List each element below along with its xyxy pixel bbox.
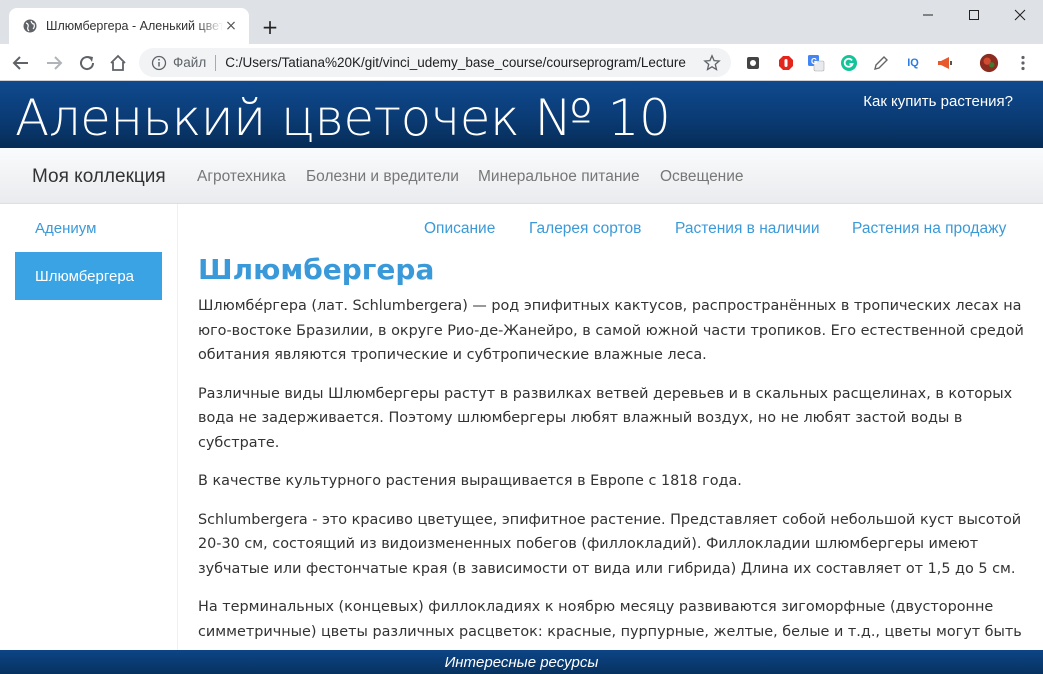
- page-title: Шлюмбергера: [198, 253, 435, 286]
- extension-shield-icon[interactable]: [743, 53, 763, 73]
- nav-link-diseases[interactable]: Болезни и вредители: [306, 168, 459, 186]
- paragraph: В качестве культурного растения выращива…: [198, 473, 742, 489]
- tab-title: Шлюмбергера - Аленький цветочек № 10: [46, 19, 223, 33]
- iq-icon[interactable]: IQ: [903, 53, 923, 73]
- buy-plants-link[interactable]: Как купить растения?: [863, 93, 1013, 110]
- divider: [215, 54, 217, 71]
- close-icon[interactable]: ×: [223, 18, 239, 34]
- pen-icon[interactable]: [871, 53, 891, 73]
- window-close-icon[interactable]: [997, 0, 1043, 30]
- scheme-label: Файл: [173, 55, 207, 70]
- nav-link-nutrition[interactable]: Минеральное питание: [478, 168, 640, 186]
- home-icon[interactable]: [106, 51, 130, 75]
- sidebar-item-adenium[interactable]: Адениум: [15, 204, 162, 252]
- translate-icon[interactable]: G: [806, 53, 826, 73]
- nav-brand[interactable]: Моя коллекция: [32, 166, 166, 188]
- megaphone-icon[interactable]: [935, 53, 955, 73]
- paragraph: Шлюмбе́ргера (лат. Schlumbergera) — род …: [198, 298, 1024, 363]
- back-icon[interactable]: [9, 51, 33, 75]
- paragraph: Различные виды Шлюмбергеры растут в разв…: [198, 385, 1013, 451]
- menu-icon[interactable]: [1013, 53, 1033, 73]
- reload-icon[interactable]: [75, 51, 99, 75]
- nav-link-lighting[interactable]: Освещение: [660, 168, 744, 186]
- site-title[interactable]: Аленький цветочек № 10: [15, 87, 671, 149]
- minimize-icon[interactable]: [905, 0, 951, 30]
- plus-icon[interactable]: +: [257, 14, 283, 40]
- adblock-icon[interactable]: [776, 53, 796, 73]
- sidebar-item-schlumbergera[interactable]: Шлюмбергера: [15, 252, 162, 300]
- star-icon[interactable]: [703, 53, 721, 72]
- maximize-icon[interactable]: [951, 0, 997, 30]
- avatar[interactable]: [979, 53, 999, 73]
- tab-strip: Шлюмбергера - Аленький цветочек № 10 × +: [0, 0, 1043, 44]
- subnav-description[interactable]: Описание: [424, 220, 495, 238]
- subnav-for-sale[interactable]: Растения на продажу: [852, 220, 1006, 238]
- svg-text:G: G: [811, 57, 817, 66]
- info-icon[interactable]: [151, 55, 167, 71]
- site-header: Аленький цветочек № 10 Как купить растен…: [0, 81, 1043, 148]
- forward-icon[interactable]: [42, 51, 66, 75]
- subnav-gallery[interactable]: Галерея сортов: [529, 220, 641, 238]
- nav-link-agrotechnics[interactable]: Агротехника: [197, 168, 286, 186]
- browser-tab[interactable]: Шлюмбергера - Аленький цветочек № 10 ×: [9, 8, 249, 44]
- sidebar: Адениум Шлюмбергера: [0, 204, 178, 650]
- grammarly-icon[interactable]: [839, 53, 859, 73]
- browser-toolbar: Файл C:/Users/Tatiana%20K/git/vinci_udem…: [0, 44, 1043, 81]
- footer-link[interactable]: Интересные ресурсы: [445, 654, 599, 671]
- footer: Интересные ресурсы: [0, 650, 1043, 674]
- address-bar[interactable]: Файл C:/Users/Tatiana%20K/git/vinci_udem…: [139, 48, 731, 77]
- article: Шлюмбергера Шлюмбе́ргера (лат. Schlumber…: [198, 252, 1028, 674]
- subnav-in-stock[interactable]: Растения в наличии: [675, 220, 819, 238]
- paragraph: Schlumbergera - это красиво цветущее, эп…: [198, 511, 1022, 577]
- main-nav: Моя коллекция Агротехника Болезни и вред…: [0, 148, 1043, 204]
- url-text[interactable]: C:/Users/Tatiana%20K/git/vinci_udemy_bas…: [225, 55, 697, 70]
- globe-icon: [23, 19, 37, 33]
